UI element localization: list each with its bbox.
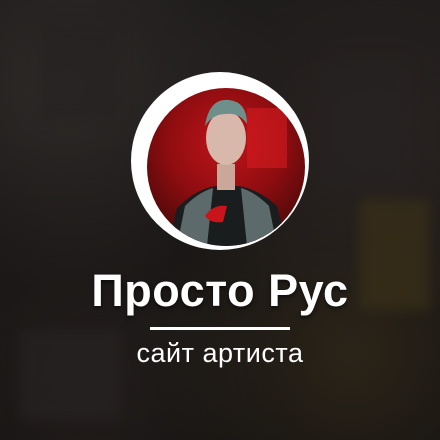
artist-photo	[167, 99, 287, 246]
artist-name: Просто Рус	[91, 265, 349, 316]
site-subtitle: сайт артиста	[136, 338, 304, 368]
title-divider	[150, 327, 290, 330]
artist-avatar[interactable]	[147, 88, 305, 246]
